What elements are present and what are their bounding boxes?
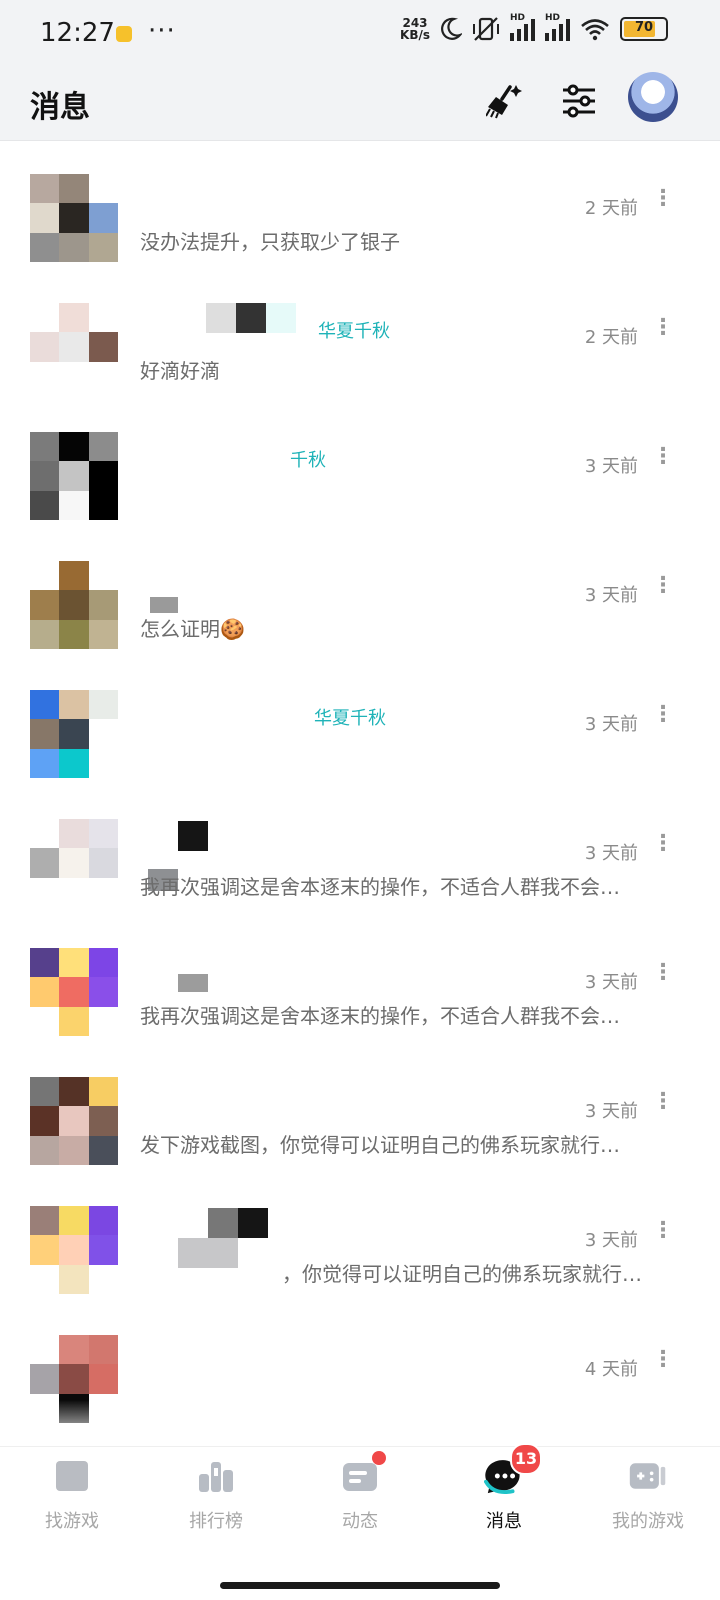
avatar bbox=[30, 819, 118, 907]
moon-icon bbox=[441, 17, 462, 40]
message-row[interactable]: 3 天前 ⋮ 怎么证明🍪 bbox=[0, 529, 720, 658]
tab-ranking[interactable]: 排行榜 bbox=[144, 1457, 288, 1533]
sender-name: 华夏千秋 bbox=[314, 708, 386, 729]
timestamp: 2 天前 bbox=[584, 327, 638, 348]
tab-find-game[interactable]: 找游戏 bbox=[0, 1457, 144, 1533]
message-preview: 发下游戏截图，你觉得可以证明自己的佛系玩家就行… bbox=[140, 1133, 620, 1157]
list-fade bbox=[0, 1400, 720, 1446]
message-row[interactable]: 2 天前 ⋮ 没办法提升，只获取少了银子 bbox=[0, 142, 720, 271]
message-preview: ，你觉得可以证明自己的佛系玩家就行… bbox=[282, 1262, 642, 1286]
more-options-icon[interactable]: ⋮ bbox=[652, 702, 674, 727]
feed-icon bbox=[340, 1451, 386, 1495]
blurred-name bbox=[206, 303, 236, 333]
message-list: 2 天前 ⋮ 没办法提升，只获取少了银子 华夏千秋 2 天前 ⋮ 好滴好滴 千秋… bbox=[0, 142, 720, 1432]
timestamp: 4 天前 bbox=[584, 1359, 638, 1380]
timestamp: 3 天前 bbox=[584, 1230, 638, 1251]
tab-label: 消息 bbox=[486, 1511, 522, 1532]
message-preview: 好滴好滴 bbox=[140, 359, 220, 383]
blurred-name bbox=[178, 974, 208, 992]
tab-label: 动态 bbox=[342, 1511, 378, 1532]
battery-icon: 70 bbox=[620, 17, 668, 41]
more-options-icon[interactable]: ⋮ bbox=[652, 1347, 674, 1372]
blurred-name bbox=[208, 1208, 238, 1238]
message-row[interactable]: 3 天前 ⋮ 我再次强调这是舍本逐末的操作，不适合人群我不会… bbox=[0, 787, 720, 916]
bottom-tab-bar: 找游戏 排行榜 动态 13 消息 我的游戏 bbox=[0, 1443, 720, 1571]
signal-icon-1: HD bbox=[510, 13, 535, 41]
my-games-icon bbox=[628, 1457, 668, 1495]
message-row[interactable]: 3 天前 ⋮ 我再次强调这是舍本逐末的操作，不适合人群我不会… bbox=[0, 916, 720, 1045]
message-count-badge: 13 bbox=[510, 1443, 542, 1475]
unread-dot bbox=[372, 1451, 386, 1465]
header: 消息 bbox=[0, 68, 720, 141]
message-row[interactable]: 3 天前 ⋮ 发下游戏截图，你觉得可以证明自己的佛系玩家就行… bbox=[0, 1045, 720, 1174]
more-notifications-icon: ··· bbox=[148, 16, 176, 46]
blurred-name bbox=[178, 1238, 238, 1268]
tab-label: 找游戏 bbox=[45, 1511, 99, 1532]
message-preview: 我再次强调这是舍本逐末的操作，不适合人群我不会… bbox=[140, 875, 620, 899]
sender-name: 华夏千秋 bbox=[318, 321, 390, 342]
tab-label: 我的游戏 bbox=[612, 1511, 684, 1532]
tab-my-games[interactable]: 我的游戏 bbox=[576, 1457, 720, 1533]
tab-label: 排行榜 bbox=[189, 1511, 243, 1532]
timestamp: 3 天前 bbox=[584, 972, 638, 993]
timestamp: 3 天前 bbox=[584, 843, 638, 864]
timestamp: 3 天前 bbox=[584, 714, 638, 735]
message-row[interactable]: 3 天前 ⋮ ，你觉得可以证明自己的佛系玩家就行… bbox=[0, 1174, 720, 1303]
blurred-name bbox=[150, 597, 178, 613]
tab-feed[interactable]: 动态 bbox=[288, 1451, 432, 1533]
blurred-name bbox=[266, 303, 296, 333]
avatar bbox=[30, 303, 118, 391]
avatar bbox=[30, 690, 118, 778]
avatar bbox=[30, 948, 118, 1036]
more-options-icon[interactable]: ⋮ bbox=[652, 315, 674, 340]
more-options-icon[interactable]: ⋮ bbox=[652, 1089, 674, 1114]
sliders-icon[interactable] bbox=[554, 76, 604, 126]
more-options-icon[interactable]: ⋮ bbox=[652, 831, 674, 856]
more-options-icon[interactable]: ⋮ bbox=[652, 1218, 674, 1243]
status-icons: 243 KB/s HD HD 70 bbox=[400, 13, 668, 42]
message-row[interactable]: 华夏千秋 2 天前 ⋮ 好滴好滴 bbox=[0, 271, 720, 400]
profile-avatar[interactable] bbox=[628, 72, 678, 122]
timestamp: 3 天前 bbox=[584, 1101, 638, 1122]
notification-badge-icon bbox=[116, 26, 132, 42]
wifi-icon bbox=[581, 19, 609, 41]
status-bar: 12:27 ··· 243 KB/s HD HD 70 bbox=[0, 0, 720, 68]
avatar bbox=[30, 1206, 118, 1294]
timestamp: 3 天前 bbox=[584, 456, 638, 477]
more-options-icon[interactable]: ⋮ bbox=[652, 960, 674, 985]
blurred-name bbox=[178, 821, 208, 851]
avatar bbox=[30, 432, 118, 520]
vibrate-off-icon bbox=[473, 17, 499, 41]
message-row[interactable]: 华夏千秋 3 天前 ⋮ bbox=[0, 658, 720, 787]
more-options-icon[interactable]: ⋮ bbox=[652, 186, 674, 211]
blurred-name bbox=[236, 303, 266, 333]
timestamp: 2 天前 bbox=[584, 198, 638, 219]
tab-messages[interactable]: 13 消息 bbox=[432, 1443, 576, 1533]
message-icon: 13 bbox=[484, 1443, 542, 1495]
sender-name: 千秋 bbox=[290, 450, 326, 471]
message-row[interactable]: 千秋 3 天前 ⋮ bbox=[0, 400, 720, 529]
avatar bbox=[30, 1077, 118, 1165]
more-options-icon[interactable]: ⋮ bbox=[652, 573, 674, 598]
page-title: 消息 bbox=[30, 90, 90, 125]
signal-icon-2: HD bbox=[545, 13, 570, 41]
blurred-name bbox=[238, 1208, 268, 1238]
more-options-icon[interactable]: ⋮ bbox=[652, 444, 674, 469]
timestamp: 3 天前 bbox=[584, 585, 638, 606]
find-game-icon bbox=[52, 1457, 92, 1495]
avatar bbox=[30, 174, 118, 262]
broom-icon[interactable] bbox=[480, 76, 530, 126]
message-preview: 怎么证明🍪 bbox=[140, 617, 245, 641]
ranking-icon bbox=[196, 1457, 236, 1495]
network-speed: 243 KB/s bbox=[400, 16, 430, 42]
message-preview: 没办法提升，只获取少了银子 bbox=[140, 230, 400, 254]
avatar bbox=[30, 561, 118, 649]
home-indicator[interactable] bbox=[220, 1582, 500, 1589]
message-preview: 我再次强调这是舍本逐末的操作，不适合人群我不会… bbox=[140, 1004, 620, 1028]
